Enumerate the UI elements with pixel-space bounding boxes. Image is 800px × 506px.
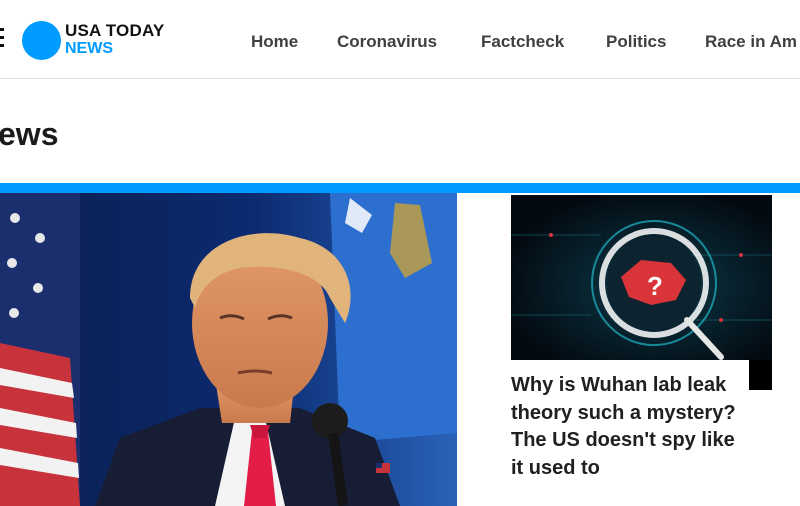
image-corner-block bbox=[749, 360, 772, 390]
nav-race-in-america[interactable]: Race in Am bbox=[705, 31, 797, 53]
nav-factcheck[interactable]: Factcheck bbox=[481, 31, 564, 53]
section-title: ews bbox=[0, 116, 59, 152]
primary-nav: Home Coronavirus Factcheck Politics Race… bbox=[0, 31, 800, 53]
nav-home[interactable]: Home bbox=[251, 31, 298, 53]
secondary-story-headline[interactable]: Why is Wuhan lab leak theory such a myst… bbox=[511, 372, 751, 482]
nav-politics[interactable]: Politics bbox=[606, 31, 666, 53]
hero-story-image[interactable] bbox=[0, 193, 457, 506]
hero-photo bbox=[0, 193, 457, 506]
secondary-story-image[interactable]: ? bbox=[511, 195, 772, 360]
svg-text:?: ? bbox=[647, 271, 663, 301]
wuhan-lab-illustration: ? bbox=[511, 195, 772, 360]
nav-coronavirus[interactable]: Coronavirus bbox=[337, 31, 437, 53]
section-divider bbox=[0, 183, 800, 193]
us-flag bbox=[0, 193, 80, 506]
top-navigation-bar: USA TODAY NEWS Home Coronavirus Factchec… bbox=[0, 0, 800, 79]
